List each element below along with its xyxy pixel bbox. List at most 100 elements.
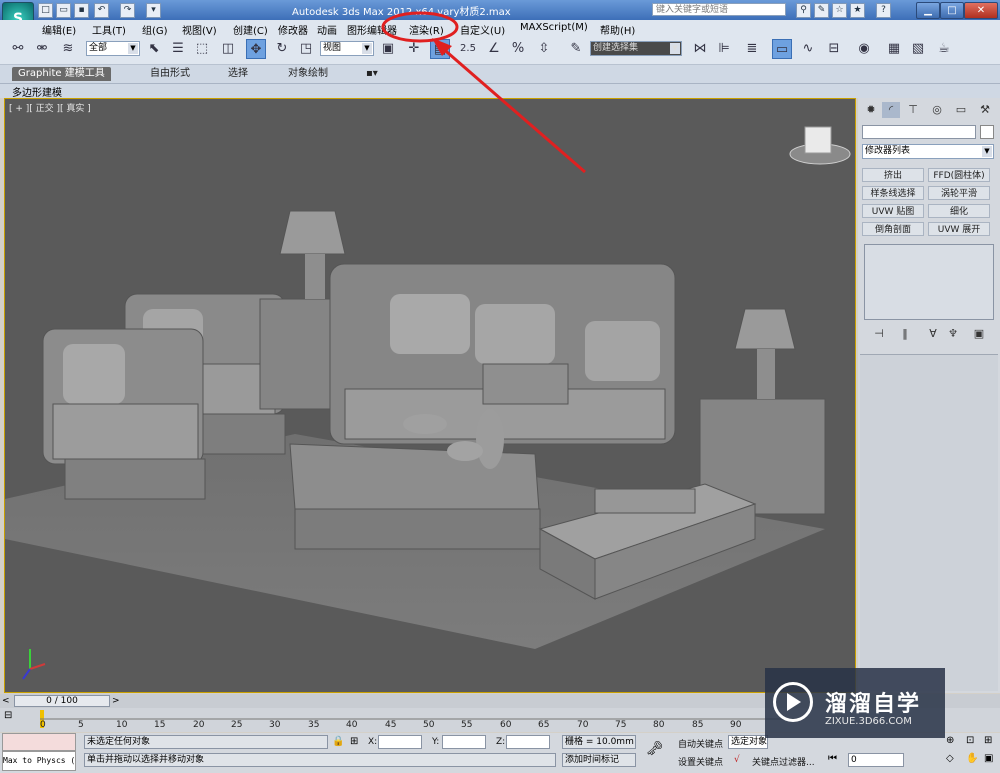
object-color-swatch[interactable] [980, 125, 994, 139]
add-time-tag-button[interactable]: 添加时间标记 [562, 753, 636, 767]
utilities-tab-icon[interactable]: ⚒ [976, 102, 994, 118]
tab-selection[interactable]: 选择 [222, 67, 254, 81]
display-tab-icon[interactable]: ▭ [952, 102, 970, 118]
viewcube[interactable] [789, 126, 851, 165]
menu-animation[interactable]: 动画 [317, 22, 337, 37]
hierarchy-tab-icon[interactable]: ⊤ [904, 102, 922, 118]
help-search-input[interactable]: 键入关键字或短语 [652, 3, 786, 16]
open-file-icon[interactable]: ▭ [56, 3, 71, 18]
unlink-icon[interactable]: ⚮ [32, 39, 52, 59]
align-icon[interactable]: ⊫ [714, 39, 734, 59]
time-slider-thumb[interactable]: 0 / 100 [14, 695, 110, 707]
modifier-unwrap-uvw-button[interactable]: UVW 展开 [928, 222, 990, 236]
lock-selection-icon[interactable]: 🔒 [332, 736, 344, 747]
close-button[interactable]: ✕ [964, 2, 998, 19]
maxscript-listener-input[interactable]: Max to Physcs ( [2, 751, 76, 771]
zoom-all-icon[interactable]: ⊞ [984, 735, 992, 746]
material-editor-icon[interactable]: ◉ [854, 39, 874, 59]
key-filters-button[interactable]: 关键点过滤器... [752, 755, 815, 768]
maxscript-listener-top[interactable] [2, 733, 76, 751]
menu-group[interactable]: 组(G) [142, 22, 168, 37]
spinner-snap-icon[interactable]: ⇳ [534, 39, 554, 59]
select-by-name-icon[interactable]: ☰ [168, 39, 188, 59]
modifier-list-dropdown[interactable]: 修改器列表 ▼ [862, 144, 994, 159]
selection-filter-dropdown[interactable]: 全部 ▼ [86, 41, 140, 56]
render-production-icon[interactable]: ☕ [934, 39, 954, 59]
render-setup-icon[interactable]: ▦ [884, 39, 904, 59]
menu-customize[interactable]: 自定义(U) [460, 22, 505, 37]
mini-curve-editor-icon[interactable]: ⊟ [4, 710, 26, 724]
curve-editor-icon[interactable]: ∿ [798, 39, 818, 59]
menu-maxscript[interactable]: MAXScript(M) [520, 22, 588, 33]
undo-icon[interactable]: ↶ [94, 3, 109, 18]
maximize-button[interactable]: □ [940, 2, 964, 19]
modify-tab-icon[interactable]: ◜ [882, 102, 900, 118]
select-and-move-icon[interactable]: ✥ [246, 39, 266, 59]
pivot-center-icon[interactable]: ▣ [378, 39, 398, 59]
select-and-scale-icon[interactable]: ◳ [296, 39, 316, 59]
z-coordinate-field[interactable] [506, 735, 550, 749]
auto-key-button[interactable]: 自动关键点 [678, 737, 723, 750]
binoculars-icon[interactable]: ⚲ [796, 3, 811, 18]
time-slider-next-icon[interactable]: > [112, 695, 122, 707]
snaps-toggle-icon[interactable]: 2.5 [458, 39, 478, 59]
key-icon[interactable]: 🗝 [646, 741, 664, 757]
modifier-spline-select-button[interactable]: 样条线选择 [862, 186, 924, 200]
go-to-start-icon[interactable]: ⏮ [828, 753, 837, 764]
selected-object-dropdown[interactable]: 选定对象 [728, 735, 768, 749]
window-crossing-icon[interactable]: ◫ [218, 39, 238, 59]
star-icon[interactable]: ☆ [832, 3, 847, 18]
reference-coordinate-dropdown[interactable]: 视图 ▼ [320, 41, 374, 56]
select-and-rotate-icon[interactable]: ↻ [272, 39, 292, 59]
zoom-icon[interactable]: ⊕ [946, 735, 954, 746]
bind-space-warp-icon[interactable]: ≋ [58, 39, 78, 59]
keyboard-shortcut-override-icon[interactable]: ▤ [430, 39, 450, 59]
field-of-view-icon[interactable]: ◇ [946, 753, 954, 764]
modifier-stack-list[interactable] [864, 244, 994, 320]
object-name-field[interactable] [862, 125, 976, 139]
mirror-icon[interactable]: ⋈ [690, 39, 710, 59]
menu-views[interactable]: 视图(V) [182, 22, 217, 37]
set-key-button[interactable]: 设置关键点 [678, 755, 723, 768]
modifier-turbosmooth-button[interactable]: 涡轮平滑 [928, 186, 990, 200]
link-icon[interactable]: ⚯ [8, 39, 28, 59]
zoom-extents-icon[interactable]: ⊡ [966, 735, 974, 746]
modifier-extrude-button[interactable]: 挤出 [862, 168, 924, 182]
tab-object-paint[interactable]: 对象绘制 [282, 67, 334, 81]
maximize-viewport-icon[interactable]: ▣ [984, 753, 993, 764]
ribbon-options-icon[interactable]: ▪▾ [360, 67, 384, 81]
modifier-ffd-cyl-button[interactable]: FFD(圆柱体) [928, 168, 990, 182]
menu-graph-editors[interactable]: 图形编辑器 [347, 22, 397, 37]
pin-stack-icon[interactable]: ⊣ [870, 326, 888, 342]
menu-rendering[interactable]: 渲染(R) [409, 22, 444, 37]
rendered-frame-window-icon[interactable]: ▧ [908, 39, 928, 59]
menu-modifiers[interactable]: 修改器 [278, 22, 308, 37]
layer-manager-icon[interactable]: ≣ [742, 39, 762, 59]
configure-modifier-sets-icon[interactable]: ▣ [970, 326, 988, 342]
x-coordinate-field[interactable] [378, 735, 422, 749]
new-file-icon[interactable]: □ [38, 3, 53, 18]
angle-snap-icon[interactable]: ∠ [484, 39, 504, 59]
save-file-icon[interactable]: ▪ [74, 3, 89, 18]
remove-modifier-icon[interactable]: ♆ [944, 326, 962, 342]
motion-tab-icon[interactable]: ◎ [928, 102, 946, 118]
percent-snap-icon[interactable]: % [508, 39, 528, 59]
help-icon[interactable]: ? [876, 3, 891, 18]
menu-edit[interactable]: 编辑(E) [42, 22, 76, 37]
modifier-bevel-profile-button[interactable]: 倒角剖面 [862, 222, 924, 236]
select-object-icon[interactable]: ⬉ [144, 39, 164, 59]
favorites-icon[interactable]: ★ [850, 3, 865, 18]
modifier-uvw-map-button[interactable]: UVW 贴图 [862, 204, 924, 218]
show-end-result-icon[interactable]: ‖ [896, 326, 914, 342]
select-manipulate-icon[interactable]: ✛ [404, 39, 424, 59]
y-coordinate-field[interactable] [442, 735, 486, 749]
make-unique-icon[interactable]: ∀ [924, 326, 942, 342]
menu-help[interactable]: 帮助(H) [600, 22, 635, 37]
pan-view-icon[interactable]: ✋ [966, 753, 978, 764]
key-mode-icon[interactable]: √ [734, 755, 740, 765]
current-frame-field[interactable]: 0 [848, 753, 904, 767]
perspective-viewport[interactable]: [ + ][ 正交 ][ 真实 ] [4, 98, 856, 693]
quick-access-dropdown-icon[interactable]: ▾ [146, 3, 161, 18]
menu-tools[interactable]: 工具(T) [92, 22, 126, 37]
redo-icon[interactable]: ↷ [120, 3, 135, 18]
